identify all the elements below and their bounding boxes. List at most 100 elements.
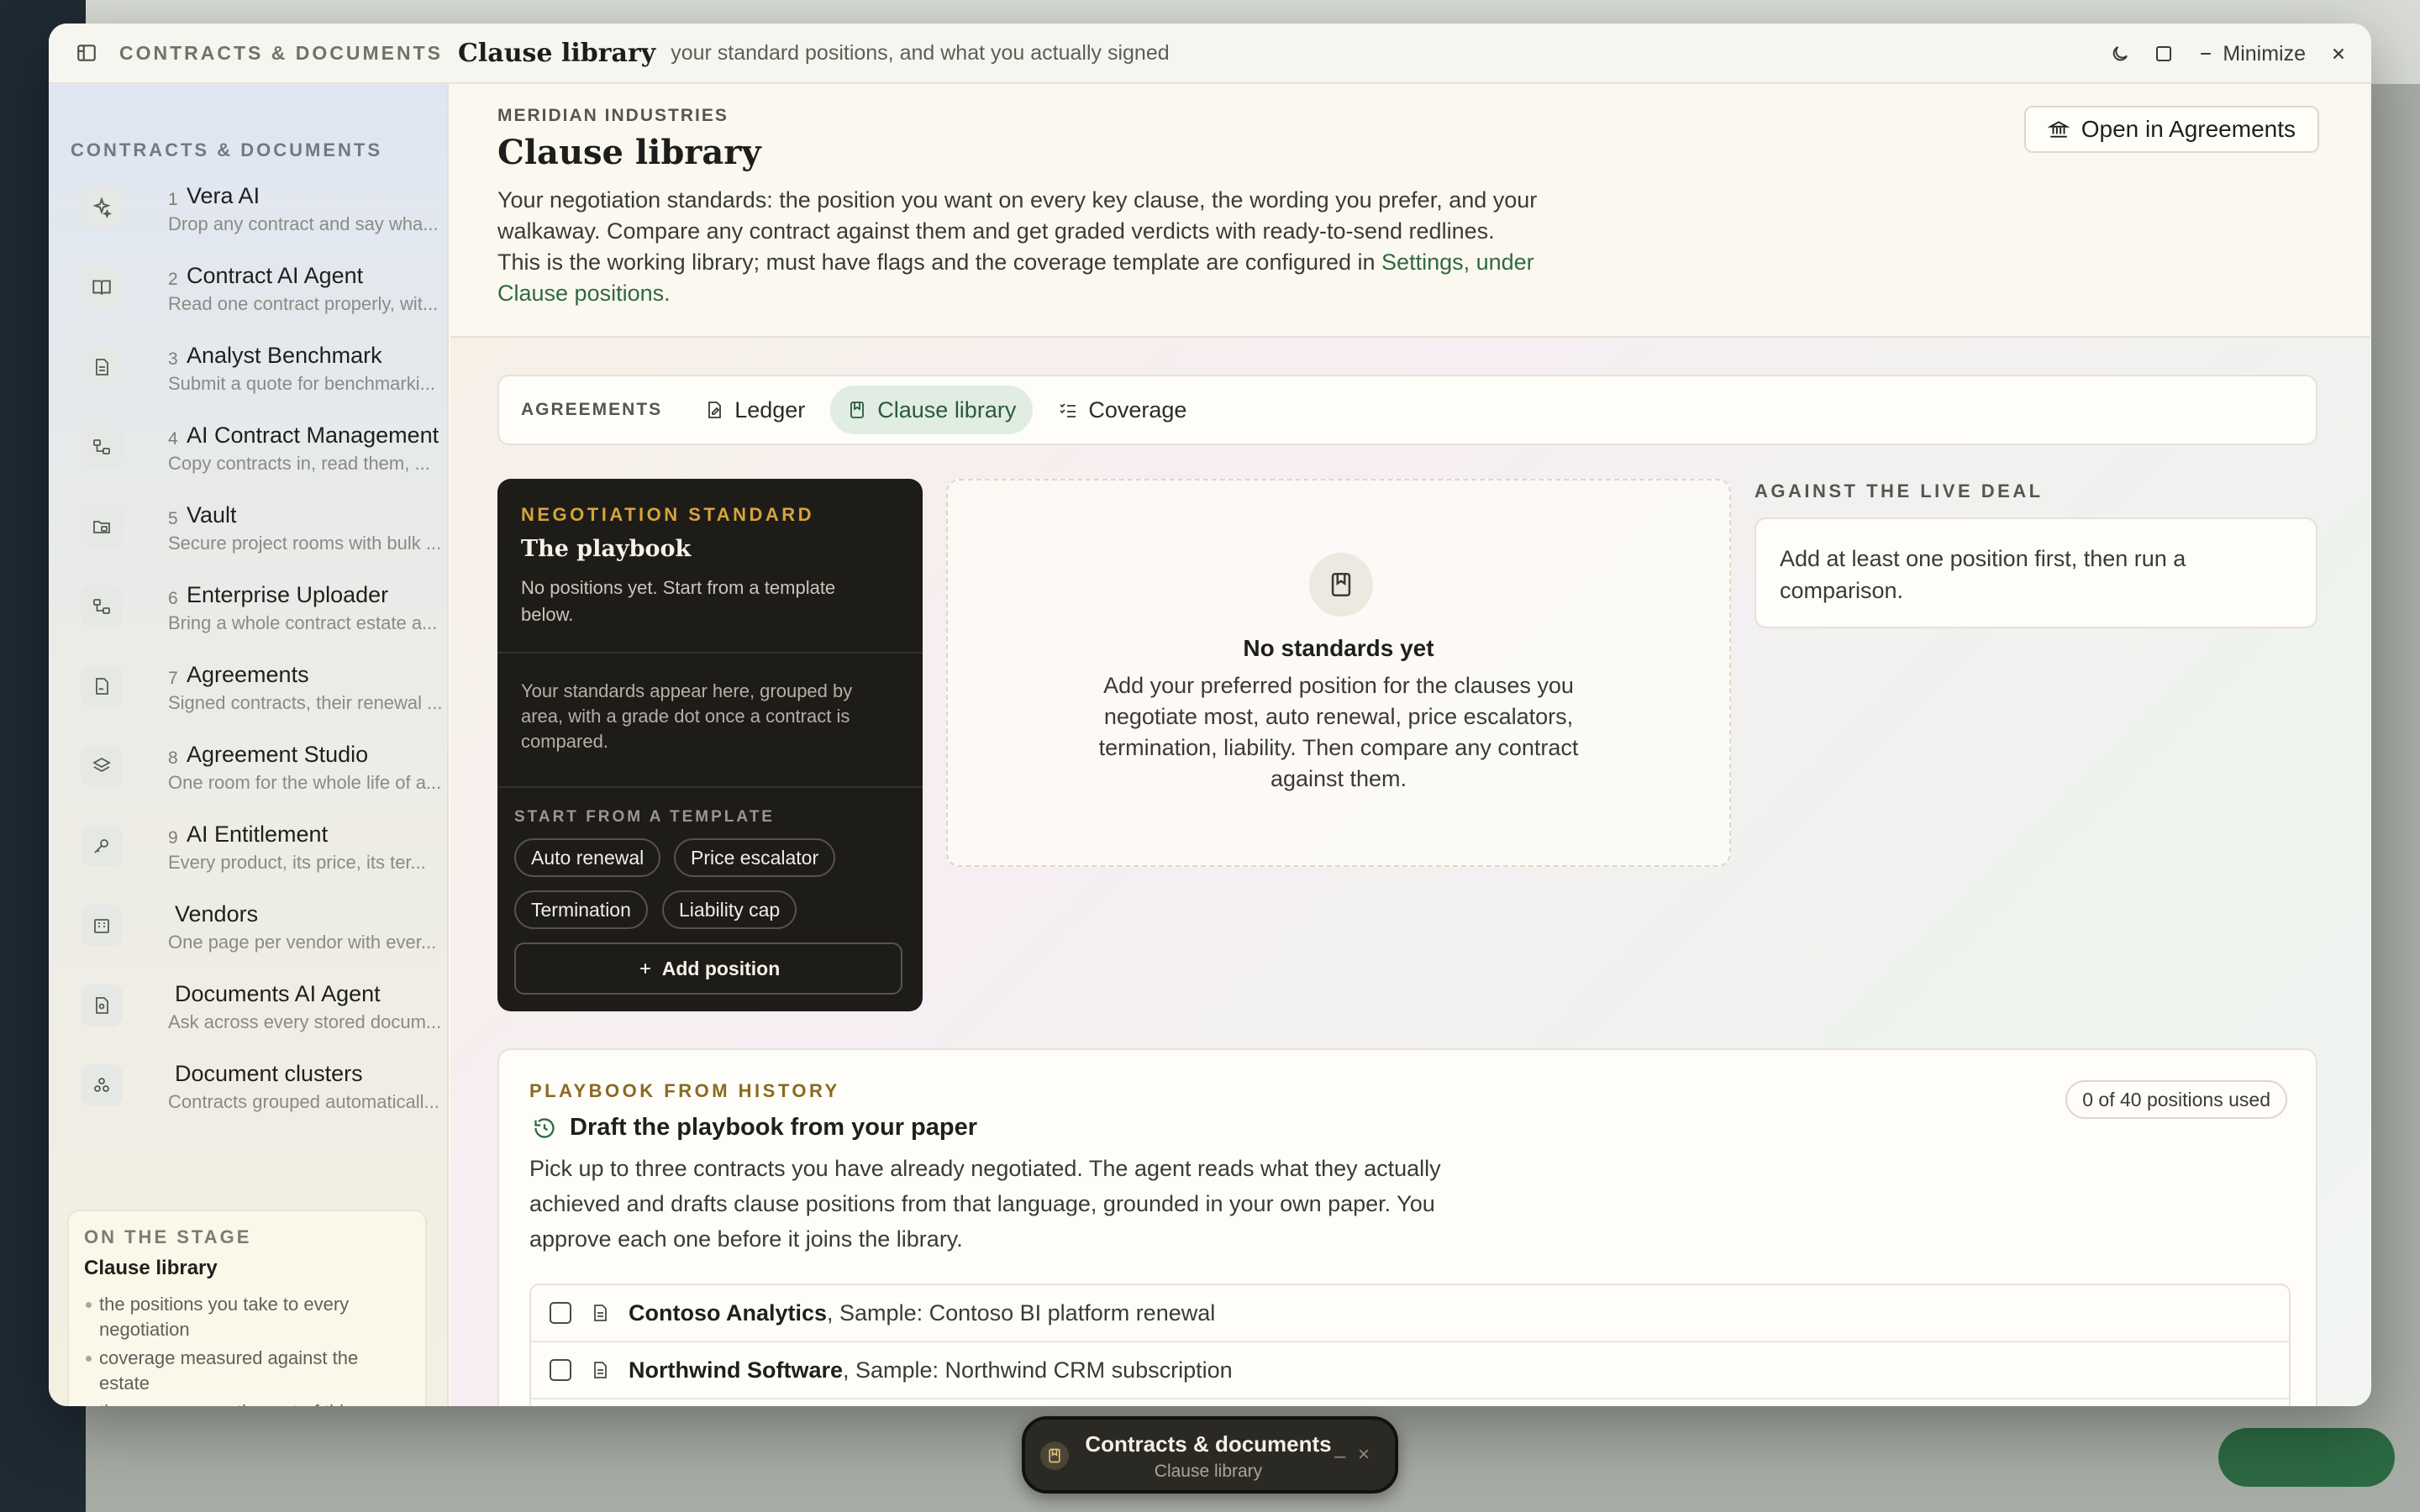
sidebar-item-title: Document clusters xyxy=(175,1061,363,1086)
contract-desc: , Sample: Contoso BI platform renewal xyxy=(827,1299,1216,1326)
sidebar-item-desc: Read one contract properly, wit... xyxy=(168,293,439,314)
window-layout-icon[interactable] xyxy=(76,42,97,64)
checklist-icon xyxy=(1060,403,1076,417)
tab-coverage[interactable]: Coverage xyxy=(1041,386,1203,434)
contract-checkbox[interactable] xyxy=(550,1359,571,1381)
sidebar-heading: CONTRACTS & DOCUMENTS xyxy=(71,139,382,160)
sidebar-item-vera-ai[interactable]: 1 Vera AI Drop any contract and say wha.… xyxy=(81,178,450,252)
contract-list: Contoso Analytics, Sample: Contoso BI pl… xyxy=(529,1284,2291,1406)
sidebar-item-desc: Every product, its price, its ter... xyxy=(168,852,426,873)
empty-standards-panel: No standards yet Add your preferred posi… xyxy=(946,479,1731,867)
history-text: Pick up to three contracts you have alre… xyxy=(529,1156,1441,1252)
open-in-agreements-label: Open in Agreements xyxy=(2081,116,2296,142)
stage-kicker: ON THE STAGE xyxy=(84,1226,252,1247)
sidebar-item-ai-contract-management[interactable]: 4 AI Contract Management Copy contracts … xyxy=(81,417,450,491)
playbook-from-history-card: PLAYBOOK FROM HISTORY Draft the playbook… xyxy=(497,1048,2317,1406)
window-kicker: CONTRACTS & DOCUMENTS xyxy=(119,41,443,64)
contract-row[interactable]: Contoso Analytics, Sample: Contoso BI pl… xyxy=(531,1285,2289,1342)
tab-label: Coverage xyxy=(1088,396,1187,423)
minimize-button[interactable]: Minimize xyxy=(2197,35,2306,72)
sidebar-item-number: 5 xyxy=(168,509,178,528)
sidebar-item-title: Vault xyxy=(187,502,237,528)
key-icon xyxy=(81,825,123,867)
sidebar-item-agreement-studio[interactable]: 8 Agreement Studio One room for the whol… xyxy=(81,737,450,811)
maximize-button[interactable] xyxy=(2154,35,2174,72)
upload-flow-icon xyxy=(81,585,123,627)
sidebar-item-documents-ai-agent[interactable]: Documents AI Agent Ask across every stor… xyxy=(81,976,450,1050)
dark-mode-button[interactable] xyxy=(2110,35,2130,72)
sidebar-item-desc: Copy contracts in, read them, ... xyxy=(168,453,430,474)
tab-clause-library[interactable]: Clause library xyxy=(830,386,1034,434)
sidebar-item-agreements[interactable]: 7 Agreements Signed contracts, their ren… xyxy=(81,657,450,731)
page-header: MERIDIAN INDUSTRIES Clause library Your … xyxy=(450,84,2370,338)
tab-label: Clause library xyxy=(877,396,1017,423)
contract-checkbox[interactable] xyxy=(550,1302,571,1324)
sidebar-item-title: Contract AI Agent xyxy=(187,263,364,288)
sidebar-item-number: 1 xyxy=(168,190,178,209)
add-position-button[interactable]: Add position xyxy=(514,942,902,995)
sidebar-item-enterprise-uploader[interactable]: 6 Enterprise Uploader Bring a whole cont… xyxy=(81,577,450,651)
book-open-icon xyxy=(81,266,123,308)
template-auto-renewal[interactable]: Auto renewal xyxy=(514,838,661,877)
sidebar-item-title: Enterprise Uploader xyxy=(187,582,389,607)
sidebar-item-analyst-benchmark[interactable]: 3 Analyst Benchmark Submit a quote for b… xyxy=(81,338,450,412)
flow-icon xyxy=(81,426,123,468)
doc-search-icon xyxy=(81,984,123,1026)
sidebar-item-vendors[interactable]: Vendors One page per vendor with ever... xyxy=(81,896,450,970)
window-title: Clause library xyxy=(458,38,656,68)
sidebar-item-number: 6 xyxy=(168,589,178,608)
template-price-escalator[interactable]: Price escalator xyxy=(674,838,836,877)
sidebar-item-title: Agreement Studio xyxy=(187,742,369,767)
sidebar: CONTRACTS & DOCUMENTS 1 Vera AI Drop any… xyxy=(49,84,449,1406)
dock-subtitle: Clause library xyxy=(1154,1462,1263,1481)
close-icon xyxy=(2333,48,2344,60)
document-icon xyxy=(81,346,123,388)
sidebar-item-desc: Bring a whole contract estate a... xyxy=(168,612,438,633)
tab-ledger[interactable]: Ledger xyxy=(687,386,822,434)
square-icon xyxy=(2156,46,2172,61)
clusters-icon xyxy=(81,1064,123,1106)
dock-title: Contracts & documents xyxy=(1085,1431,1332,1457)
empty-text: Add your preferred position for the clau… xyxy=(1098,673,1579,791)
sidebar-item-document-clusters[interactable]: Document clusters Contracts grouped auto… xyxy=(81,1056,450,1130)
sidebar-item-number: 7 xyxy=(168,669,178,688)
clause-library-window: CONTRACTS & DOCUMENTS Clause library you… xyxy=(49,24,2371,1406)
close-button[interactable] xyxy=(2329,35,2348,72)
sidebar-item-vault[interactable]: 5 Vault Secure project rooms with bulk .… xyxy=(81,497,450,571)
contract-row[interactable]: Northwind Software, Sample: Northwind CR… xyxy=(531,1342,2289,1399)
live-deal-message: Add at least one position first, then ru… xyxy=(1754,517,2317,628)
sidebar-item-ai-entitlement[interactable]: 9 AI Entitlement Every product, its pric… xyxy=(81,816,450,890)
history-icon xyxy=(534,1117,555,1138)
template-termination[interactable]: Termination xyxy=(514,890,648,929)
contract-row-partial xyxy=(531,1399,2289,1406)
minimize-label: Minimize xyxy=(2223,41,2306,66)
sidebar-item-desc: Submit a quote for benchmarki... xyxy=(168,373,435,394)
add-position-label: Add position xyxy=(661,957,781,979)
sidebar-item-number: 3 xyxy=(168,349,178,369)
template-liability-cap[interactable]: Liability cap xyxy=(662,890,797,929)
sidebar-item-desc: Secure project rooms with bulk ... xyxy=(168,533,442,554)
dock-minimize-button[interactable]: – xyxy=(1334,1445,1345,1468)
sidebar-item-desc: Drop any contract and say wha... xyxy=(168,213,439,234)
sidebar-item-desc: Signed contracts, their renewal ... xyxy=(168,692,443,713)
positions-used-badge: 0 of 40 positions used xyxy=(2065,1080,2287,1119)
playbook-text: No positions yet. Start from a template … xyxy=(521,577,836,625)
on-the-stage-panel: ON THE STAGE Clause library the position… xyxy=(67,1210,427,1406)
moon-icon xyxy=(2113,46,2128,61)
dock-close-button[interactable]: × xyxy=(1358,1443,1370,1467)
open-in-agreements-button[interactable]: Open in Agreements xyxy=(2023,106,2319,153)
tabs-kicker: AGREEMENTS xyxy=(521,400,663,419)
sidebar-item-title: AI Entitlement xyxy=(187,822,329,847)
sidebar-item-title: Documents AI Agent xyxy=(175,981,381,1006)
sidebar-item-contract-ai-agent[interactable]: 2 Contract AI Agent Read one contract pr… xyxy=(81,258,450,332)
sidebar-item-desc: One room for the whole life of a... xyxy=(168,772,442,793)
empty-title: No standards yet xyxy=(1243,635,1434,661)
page-title: Clause library xyxy=(497,133,761,172)
contract-desc: , Sample: Northwind CRM subscription xyxy=(843,1357,1233,1383)
organization-name: MERIDIAN INDUSTRIES xyxy=(497,106,729,125)
minimized-window-dock[interactable]: Contracts & documents Clause library – × xyxy=(1022,1416,1398,1494)
history-kicker: PLAYBOOK FROM HISTORY xyxy=(529,1080,840,1101)
stage-bullet: the menu opens the rest of this group xyxy=(84,1399,410,1406)
main-content: MERIDIAN INDUSTRIES Clause library Your … xyxy=(450,84,2371,1406)
playbook-hint: Your standards appear here, grouped by a… xyxy=(521,680,853,752)
